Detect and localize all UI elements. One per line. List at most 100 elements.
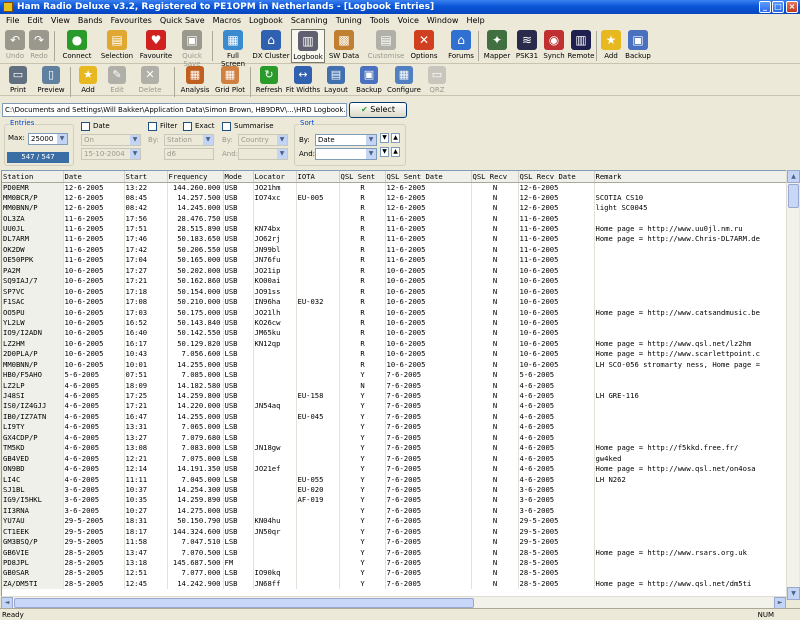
table-row[interactable]: LI4C 4-6-2005 11:11 7.045.000 LSB EU-055 Y 7-6-… — [2, 474, 797, 485]
toolbar2-add-button[interactable]: ★ Add — [77, 65, 99, 95]
table-row[interactable]: LZ2LP 4-6-2005 18:09 14.182.580 USB N 7-6-2005… — [2, 380, 797, 391]
toolbar2-delete-button[interactable]: ✕ Delete — [138, 65, 162, 95]
table-row[interactable]: ZA/DM5TI 28-5-2005 12:45 14.242.900 USB JN68f… — [2, 578, 797, 590]
table-row[interactable]: PD8JPL 28-5-2005 13:18 145.687.500 FM Y 7-6-20… — [2, 557, 797, 569]
toolbar1-psk31-button[interactable]: ≋ PSK31 — [513, 29, 541, 63]
summarise-and-select[interactable]: ▼ — [238, 148, 288, 160]
minimize-button[interactable]: _ — [759, 1, 771, 13]
table-row[interactable]: IO9/I2ADN 10-6-2005 16:40 50.142.550 USB JM65… — [2, 328, 797, 339]
table-row[interactable]: MM0BCR/P 12-6-2005 08:45 14.257.500 USB IO74x… — [2, 192, 797, 203]
toolbar1-dx-cluster-button[interactable]: ⌂ DX Cluster — [252, 29, 290, 63]
table-row[interactable]: OE50PPK 11-6-2005 17:04 50.165.000 USB JN76fu… — [2, 255, 797, 266]
logbook-grid[interactable]: Station Date Start Frequency Mode Locator IOTA… — [1, 170, 798, 600]
table-row[interactable]: DL7ARM 11-6-2005 17:46 50.183.650 USB JO62rj R… — [2, 234, 797, 245]
toolbar2-edit-button[interactable]: ✎ Edit — [106, 65, 128, 95]
horizontal-scrollbar[interactable]: ◄ ► — [1, 596, 786, 609]
menu-view[interactable]: View — [47, 14, 74, 27]
sort-and-select[interactable]: ▼ — [315, 148, 377, 160]
toolbar1-favourite-button[interactable]: ♥ Favourite — [138, 29, 174, 63]
table-row[interactable]: MM0BNN/P 12-6-2005 08:42 14.245.000 USB R 12-6… — [2, 202, 797, 214]
table-row[interactable]: GB0SAR 28-5-2005 12:51 7.077.000 LSB IO90kq Y 7… — [2, 568, 797, 579]
filter-checkbox[interactable] — [148, 122, 157, 131]
toolbar1-backup-button[interactable]: ▣ Backup — [624, 29, 652, 63]
table-row[interactable]: SP7VC 10-6-2005 17:18 50.154.000 USB JO91ss R 1… — [2, 286, 797, 297]
toolbar1-selection-button[interactable]: ▤ Selection — [98, 29, 136, 63]
toolbar1-connect-button[interactable]: ● Connect — [60, 29, 94, 63]
table-row[interactable]: MM0BNN/P 10-6-2005 10:01 14.255.000 USB R 10-6… — [2, 359, 797, 370]
scroll-down-icon[interactable]: ▼ — [787, 587, 800, 600]
date-value-field[interactable]: 15-10-2004 ▼ — [81, 148, 141, 160]
table-row[interactable]: SJ1BL 3-6-2005 10:37 14.254.300 USB EU-020 Y 7-… — [2, 484, 797, 496]
menu-voice[interactable]: Voice — [394, 14, 423, 27]
toolbar1-redo-button[interactable]: ↷ Redo — [28, 29, 50, 63]
table-row[interactable]: LI9TY 4-6-2005 13:31 7.065.000 LSB Y 7-6-2005 N… — [2, 422, 797, 433]
menu-quick-save[interactable]: Quick Save — [156, 14, 209, 27]
table-row[interactable]: LZ2HM 10-6-2005 16:17 50.129.820 USB KN12qp R 1… — [2, 338, 797, 350]
toolbar2-backup-button[interactable]: ▣ Backup — [354, 65, 384, 95]
menu-bands[interactable]: Bands — [74, 14, 107, 27]
table-row[interactable]: OL3ZA 11-6-2005 17:56 28.476.750 USB R 11-6-20… — [2, 213, 797, 224]
menu-file[interactable]: File — [2, 14, 23, 27]
menu-tuning[interactable]: Tuning — [332, 14, 366, 27]
table-row[interactable]: GB6VIE 28-5-2005 13:47 7.070.500 LSB Y 7-6-200… — [2, 547, 797, 558]
menu-scanning[interactable]: Scanning — [287, 14, 332, 27]
table-row[interactable]: OK2DW 11-6-2005 17:42 50.206.550 USB JN99bl R 1… — [2, 244, 797, 256]
toolbar2-fit-widths-button[interactable]: ↔ Fit Widths — [285, 65, 321, 95]
menu-logbook[interactable]: Logbook — [245, 14, 287, 27]
table-row[interactable]: J48SI 4-6-2005 17:25 14.259.800 USB EU-158 Y 7-… — [2, 390, 797, 402]
table-row[interactable]: GM3BSQ/P 29-5-2005 11:58 7.047.510 LSB Y 7-6-2… — [2, 536, 797, 548]
toolbar1-quick-save-button[interactable]: ▣ Quick Save — [174, 29, 210, 68]
toolbar1-customise-button[interactable]: ▤ Customise — [366, 29, 406, 63]
toolbar1-sw-data-button[interactable]: ▩ SW Data — [328, 29, 360, 63]
table-row[interactable]: IS0/IZ4GJJ 4-6-2005 17:21 14.220.000 USB JN54… — [2, 401, 797, 412]
column-header[interactable]: Station — [2, 171, 64, 183]
max-entries-select[interactable]: 25000 ▼ — [28, 133, 68, 145]
table-row[interactable]: GX4CDP/P 4-6-2005 13:27 7.079.680 LSB Y 7-6-20… — [2, 432, 797, 443]
close-button[interactable]: × — [786, 1, 798, 13]
column-header[interactable]: QSL Sent — [339, 171, 386, 183]
filter-value-field[interactable]: d6 — [164, 148, 214, 160]
table-row[interactable]: UU0JL 11-6-2005 17:51 28.515.890 USB KN74bx R 1… — [2, 223, 797, 235]
date-checkbox[interactable] — [81, 122, 90, 131]
toolbar2-refresh-button[interactable]: ↻ Refresh — [255, 65, 283, 95]
toolbar2-print-button[interactable]: ▭ Print — [4, 65, 32, 95]
summarise-checkbox[interactable] — [222, 122, 231, 131]
toolbar1-mapper-button[interactable]: ✦ Mapper — [482, 29, 512, 63]
toolbar2-preview-button[interactable]: ▯ Preview — [36, 65, 66, 95]
vertical-scrollbar[interactable]: ▲ ▼ — [786, 170, 800, 600]
toolbar1-add-button[interactable]: ★ Add — [600, 29, 622, 63]
exact-checkbox[interactable] — [183, 122, 192, 131]
table-row[interactable]: PA2M 10-6-2005 17:27 50.202.000 USB JO21ip R 10… — [2, 265, 797, 276]
table-row[interactable]: F1SAC 10-6-2005 17:08 50.210.000 USB IN96ha EU… — [2, 296, 797, 308]
toolbar2-layout-button[interactable]: ▤ Layout — [323, 65, 349, 95]
toolbar2-qrz-button[interactable]: ▭ QRZ — [423, 65, 451, 95]
table-row[interactable]: SQ9IAJ/7 10-6-2005 17:21 50.162.860 USB KO00a… — [2, 276, 797, 287]
table-row[interactable]: GB4VED 4-6-2005 12:21 7.075.000 LSB Y 7-6-2005… — [2, 453, 797, 464]
vertical-scroll-thumb[interactable] — [788, 184, 799, 208]
table-row[interactable]: PD0EMR 12-6-2005 13:22 144.260.000 USB JO21hm… — [2, 182, 797, 193]
toolbar1-synch-button[interactable]: ◉ Synch — [542, 29, 566, 63]
toolbar1-options-button[interactable]: ✕ Options — [406, 29, 442, 63]
column-header[interactable]: Remark — [594, 171, 797, 183]
menu-edit[interactable]: Edit — [23, 14, 47, 27]
menu-help[interactable]: Help — [462, 14, 488, 27]
table-row[interactable]: 2D0PLA/P 10-6-2005 10:43 7.056.600 LSB R 10-6-… — [2, 349, 797, 360]
filter-by-select[interactable]: Station ▼ — [164, 134, 214, 146]
column-header[interactable]: Locator — [253, 171, 297, 183]
column-header[interactable]: Frequency — [167, 171, 224, 183]
sort-by-select[interactable]: Date ▼ — [315, 134, 377, 146]
table-row[interactable]: CT1EEK 29-5-2005 18:17 144.324.600 USB JN50qr… — [2, 526, 797, 537]
column-header[interactable]: IOTA — [296, 171, 340, 183]
table-row[interactable]: HB0/F5AHO 5-6-2005 07:51 7.085.000 LSB Y 7-6-2… — [2, 369, 797, 381]
menu-favourites[interactable]: Favourites — [107, 14, 156, 27]
sort2-asc-icon[interactable]: ▲ — [391, 147, 400, 157]
menu-window[interactable]: Window — [423, 14, 463, 27]
sort2-desc-icon[interactable]: ▼ — [380, 147, 389, 157]
sort-desc-icon[interactable]: ▼ — [380, 133, 389, 143]
toolbar2-grid-plot-button[interactable]: ▦ Grid Plot — [213, 65, 247, 95]
toolbar1-forums-button[interactable]: ⌂ Forums — [444, 29, 478, 63]
column-header[interactable]: QSL Sent Date — [385, 171, 472, 183]
toolbar2-configure-button[interactable]: ▦ Configure — [386, 65, 422, 95]
table-row[interactable]: ON9BD 4-6-2005 12:14 14.191.350 USB JO21ef Y 7-… — [2, 463, 797, 475]
sort-asc-icon[interactable]: ▲ — [391, 133, 400, 143]
